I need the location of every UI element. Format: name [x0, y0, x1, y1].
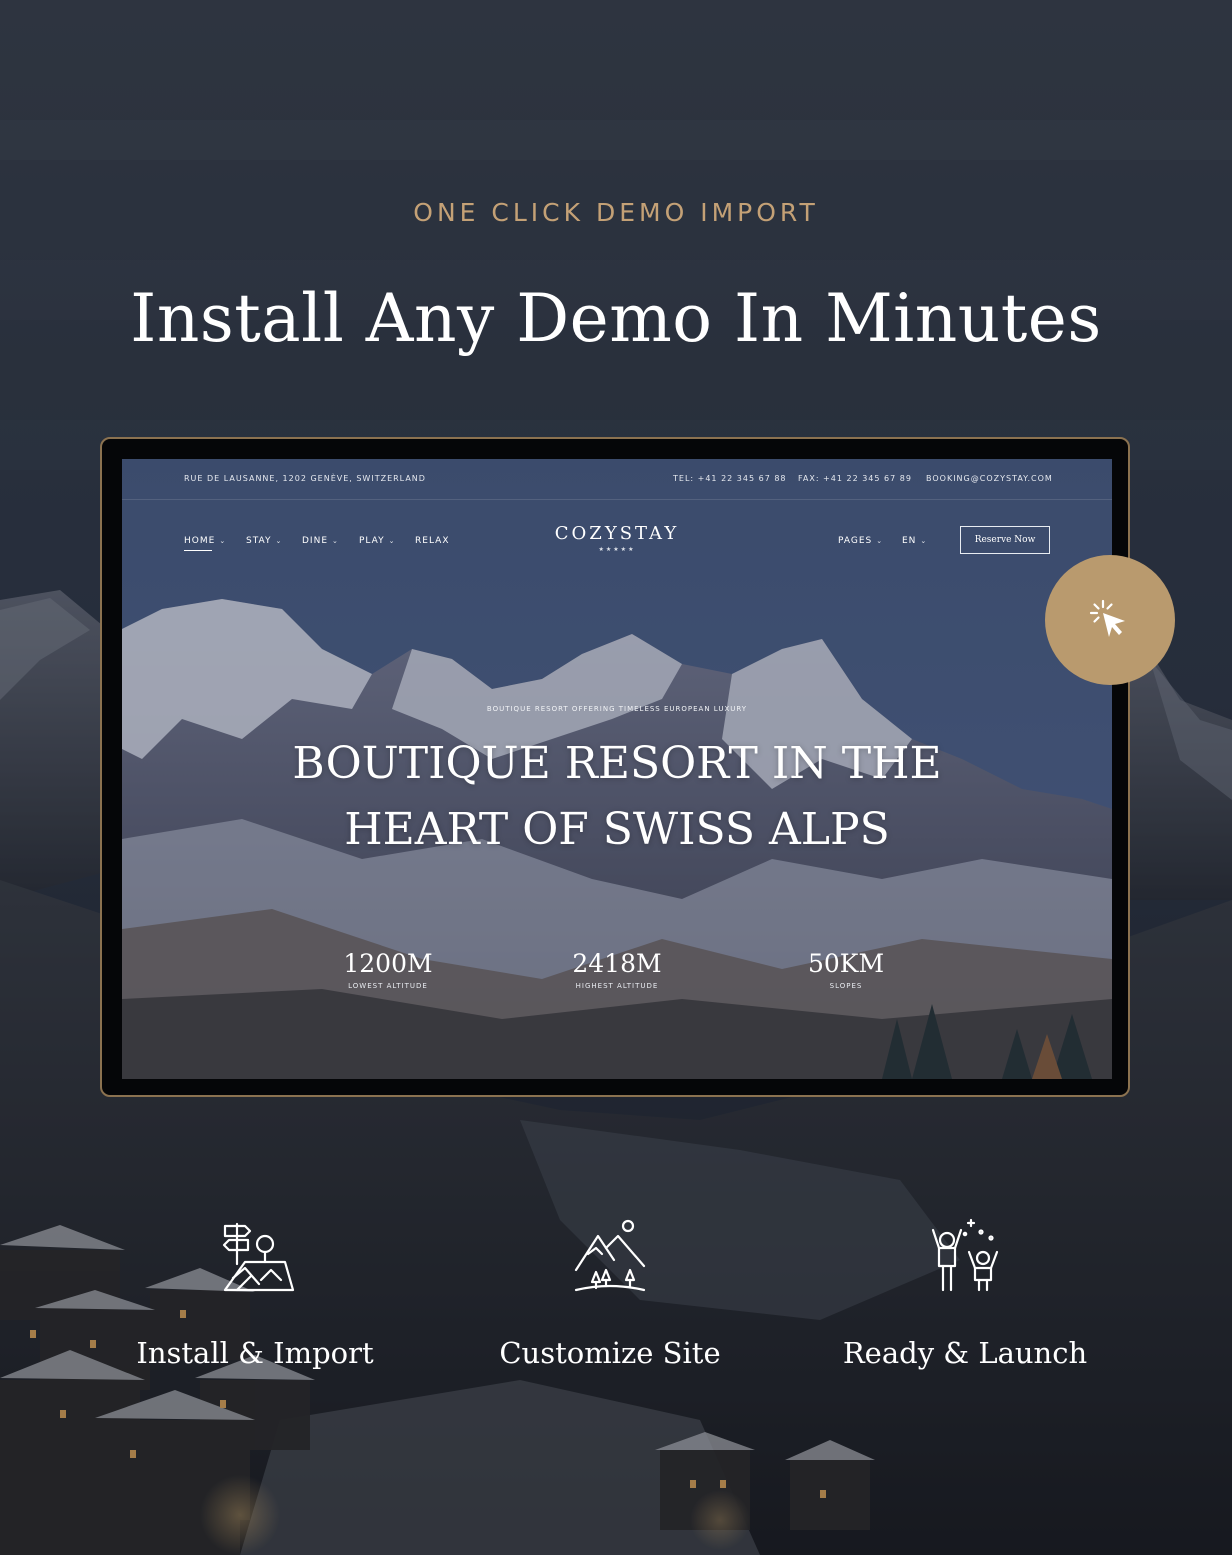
stat-value: 2418M — [572, 949, 662, 978]
chevron-down-icon: ⌄ — [388, 537, 396, 545]
nav-item-stay[interactable]: STAY ⌄ — [246, 536, 282, 546]
nav-stay-label: STAY — [246, 536, 272, 546]
logo-stars: ★★★★★ — [598, 546, 636, 553]
chevron-down-icon: ⌄ — [332, 537, 339, 545]
nav-relax-label: RELAX — [415, 536, 450, 546]
cursor-click-icon — [1089, 599, 1125, 637]
nav-item-relax[interactable]: RELAX — [415, 536, 449, 546]
stat-label: LOWEST ALTITUDE — [348, 982, 428, 990]
stat-value: 50KM — [807, 949, 885, 978]
topbar-phone[interactable]: TEL: +41 22 345 67 88 — [673, 474, 787, 483]
hero-title-line-1: BOUTIQUE RESORT IN THE — [292, 738, 942, 789]
nav-item-dine[interactable]: DINE ⌄ — [302, 536, 339, 546]
device-frame: RUE DE LAUSANNE, 1202 GENÈVE, SWITZERLAN… — [100, 437, 1130, 1097]
step-ready-launch: Ready & Launch — [795, 1218, 1135, 1370]
section-title: Install Any Demo In Minutes — [130, 280, 1102, 357]
nav-play-label: PLAY — [359, 536, 385, 546]
topbar-address: RUE DE LAUSANNE, 1202 GENÈVE, SWITZERLAN… — [184, 474, 426, 483]
hero-subtitle: BOUTIQUE RESORT OFFERING TIMELESS EUROPE… — [486, 705, 748, 713]
nav-item-home[interactable]: HOME ⌄ — [184, 536, 227, 551]
stat-lowest-altitude: 1200M LOWEST ALTITUDE — [308, 949, 468, 990]
topbar-fax: FAX: +41 22 345 67 89 — [798, 474, 912, 483]
step-label: Ready & Launch — [842, 1336, 1088, 1370]
language-selector[interactable]: EN ⌄ — [902, 536, 927, 546]
nav-home-label: HOME — [184, 536, 216, 546]
nav-item-play[interactable]: PLAY ⌄ — [359, 536, 395, 546]
demo-preview-screen[interactable]: RUE DE LAUSANNE, 1202 GENÈVE, SWITZERLAN… — [122, 459, 1112, 1079]
stat-label: SLOPES — [829, 982, 863, 990]
stat-label: HIGHEST ALTITUDE — [575, 982, 659, 990]
nav-pages-label: PAGES — [838, 536, 873, 546]
stat-value: 1200M — [343, 949, 433, 978]
preview-topbar: RUE DE LAUSANNE, 1202 GENÈVE, SWITZERLAN… — [122, 459, 1112, 500]
reserve-now-button[interactable]: Reserve Now — [960, 526, 1050, 554]
step-customize-site: Customize Site — [440, 1218, 780, 1370]
celebration-icon — [931, 1218, 999, 1292]
step-label: Customize Site — [499, 1336, 721, 1370]
nav-dine-label: DINE — [302, 536, 329, 546]
topbar-email[interactable]: BOOKING@COZYSTAY.COM — [926, 474, 1053, 483]
signpost-map-icon — [222, 1222, 295, 1292]
chevron-down-icon: ⌄ — [219, 537, 227, 545]
chevron-down-icon: ⌄ — [920, 537, 928, 545]
site-logo[interactable]: COZYSTAY — [517, 523, 717, 544]
chevron-down-icon: ⌄ — [275, 537, 283, 545]
language-label: EN — [902, 536, 917, 546]
hero-title-line-2: HEART OF SWISS ALPS — [344, 804, 890, 855]
section-eyebrow: ONE CLICK DEMO IMPORT — [413, 198, 819, 227]
step-install-import: Install & Import — [85, 1218, 425, 1370]
hero-title: BOUTIQUE RESORT IN THE HEART OF SWISS AL… — [122, 731, 1112, 863]
stat-slopes: 50KM SLOPES — [766, 949, 926, 990]
mountains-icon — [574, 1219, 646, 1292]
nav-item-pages[interactable]: PAGES ⌄ — [838, 536, 883, 546]
step-label: Install & Import — [136, 1336, 374, 1370]
stat-highest-altitude: 2418M HIGHEST ALTITUDE — [537, 949, 697, 990]
one-click-import-button[interactable] — [1045, 555, 1175, 685]
chevron-down-icon: ⌄ — [876, 537, 884, 545]
